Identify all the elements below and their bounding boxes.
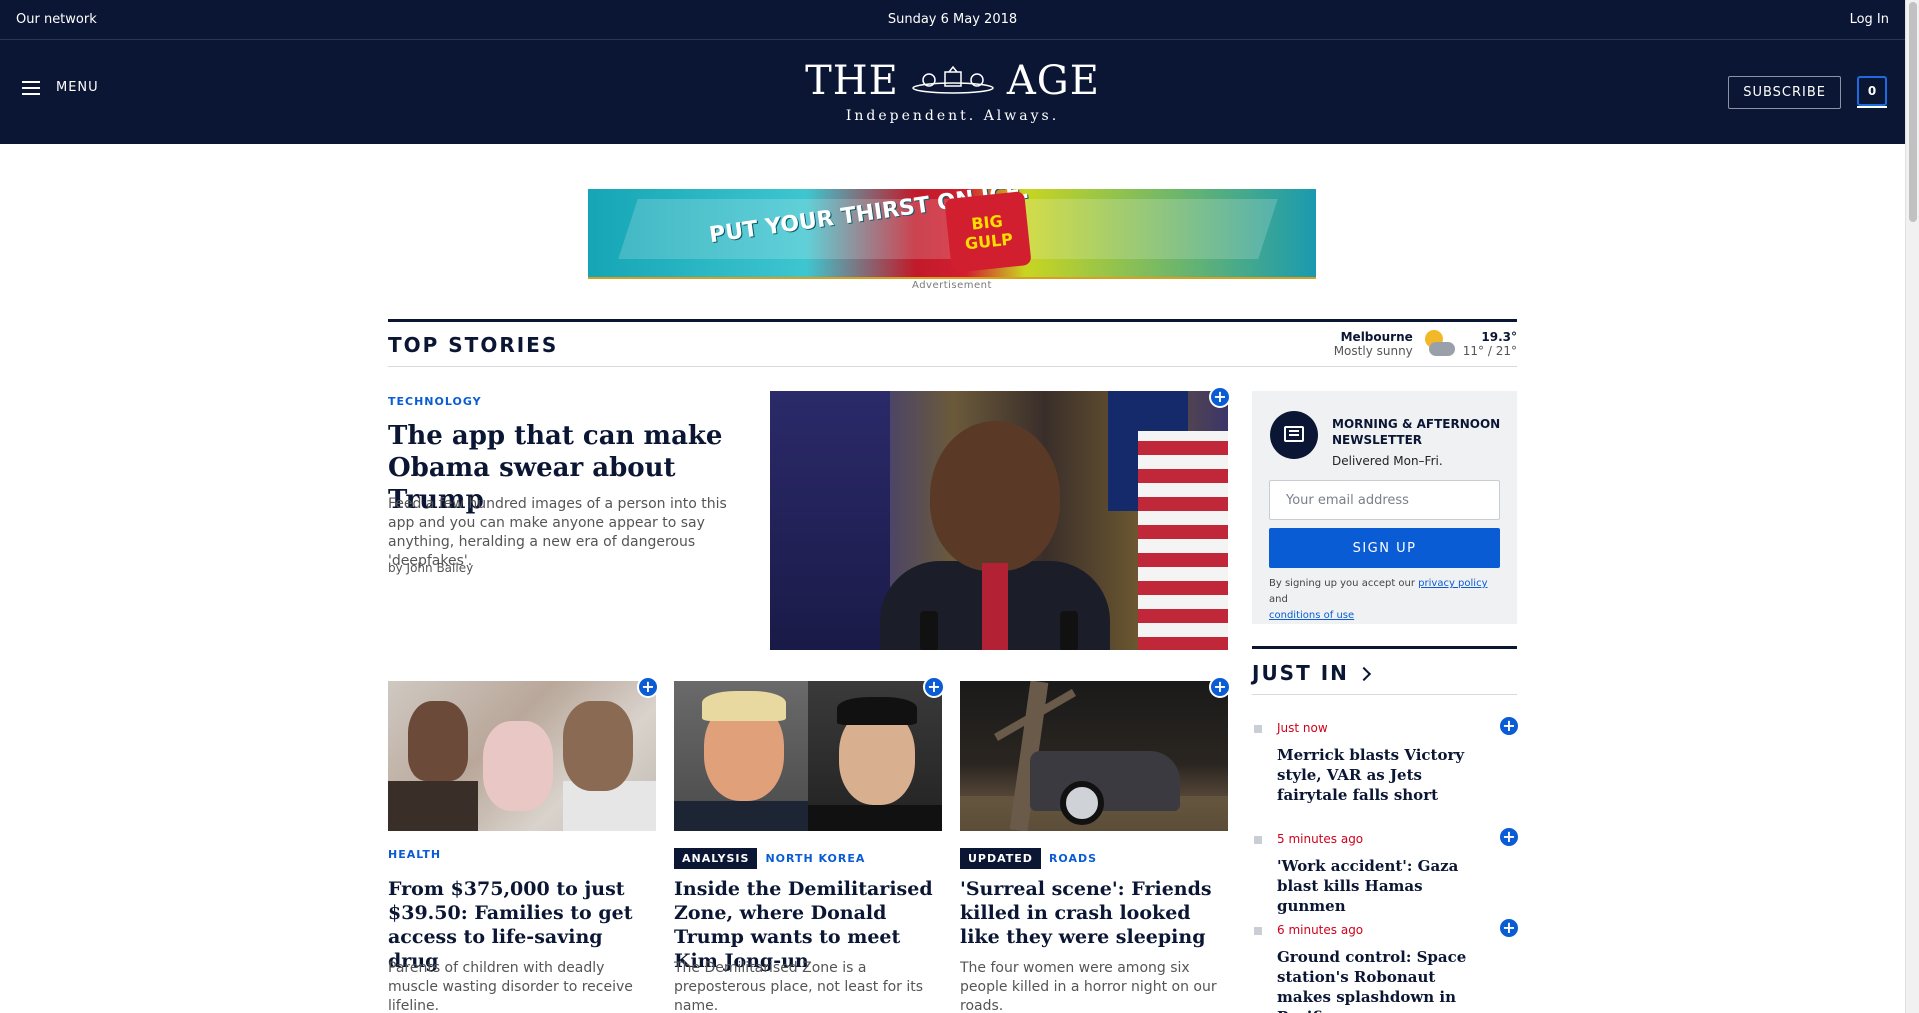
just-in-divider [1252, 646, 1517, 649]
save-story-plus-icon[interactable]: + [1209, 386, 1231, 408]
story-kicker: HEALTH [388, 848, 441, 861]
newsletter-envelope-icon [1270, 411, 1318, 459]
advertisement-banner[interactable]: PUT YOUR THIRST ON ICE. BIG GULP [588, 189, 1316, 279]
email-field[interactable] [1269, 480, 1500, 520]
story-category[interactable]: ROADS [1049, 852, 1097, 865]
just-in-time: 5 minutes ago [1277, 832, 1364, 846]
weather-condition: Mostly sunny [1333, 344, 1413, 358]
save-story-plus-icon[interactable]: + [1498, 826, 1520, 848]
sign-up-button[interactable]: SIGN UP [1269, 528, 1500, 568]
newsletter-subtitle: Delivered Mon–Fri. [1332, 454, 1443, 468]
save-story-plus-icon[interactable]: + [1498, 715, 1520, 737]
lead-story-image[interactable] [770, 391, 1228, 650]
weather-widget[interactable]: Melbourne Mostly sunny 19.3° 11° / 21° [1334, 328, 1517, 360]
save-story-plus-icon[interactable]: + [923, 676, 945, 698]
site-logo[interactable]: THE AGE Independent. Always. [0, 58, 1905, 124]
newsletter-title: MORNING & AFTERNOON NEWSLETTER [1332, 417, 1501, 447]
story-kicker: UPDATED ROADS [960, 848, 1097, 869]
story-summary: The Demilitarised Zone is a preposterous… [674, 960, 924, 1013]
analysis-badge: ANALYSIS [674, 848, 758, 869]
list-bullet-icon [1254, 927, 1262, 935]
current-date: Sunday 6 May 2018 [887, 12, 1018, 27]
top-stories-heading[interactable]: TOP STORIES [388, 333, 558, 357]
section-divider [388, 319, 1517, 322]
save-story-plus-icon[interactable]: + [637, 676, 659, 698]
scrollbar-thumb[interactable] [1909, 2, 1917, 222]
section-rule [388, 366, 1517, 367]
save-story-plus-icon[interactable]: + [1498, 917, 1520, 939]
just-in-title[interactable]: Merrick blasts Victory style, VAR as Jet… [1277, 745, 1492, 805]
logo-word-the: THE [805, 58, 899, 104]
weather-current-temp: 19.3° [1481, 330, 1517, 344]
story-summary: Parents of children with deadly muscle w… [388, 960, 633, 1013]
article-counter[interactable]: 0 [1857, 76, 1887, 108]
story-summary: The four women were among six people kil… [960, 960, 1217, 1013]
save-story-plus-icon[interactable]: + [1209, 676, 1231, 698]
logo-word-age: AGE [1006, 58, 1100, 104]
just-in-rule [1252, 694, 1517, 695]
just-in-heading[interactable]: JUST IN [1252, 661, 1371, 685]
story-image-roads[interactable] [960, 681, 1228, 831]
story-image-health[interactable] [388, 681, 656, 831]
ad-product: BIG GULP [944, 191, 1032, 273]
story-kicker: ANALYSIS NORTH KOREA [674, 848, 865, 869]
story-category[interactable]: HEALTH [388, 848, 441, 861]
logo-tagline: Independent. Always. [845, 108, 1060, 124]
list-bullet-icon [1254, 836, 1262, 844]
partly-cloudy-icon [1421, 328, 1455, 360]
story-headline[interactable]: 'Surreal scene': Friends killed in crash… [960, 877, 1228, 949]
privacy-policy-link[interactable]: privacy policy [1418, 578, 1487, 589]
weather-range: 11° / 21° [1462, 344, 1517, 358]
chevron-right-icon [1356, 666, 1371, 682]
lead-story-summary: Feed a few hundred images of a person in… [388, 496, 727, 569]
newsletter-terms: By signing up you accept our privacy pol… [1269, 578, 1488, 621]
masthead: MENU THE AGE Independent. Always. SUBSCR… [0, 40, 1905, 144]
advertisement-label: Advertisement [912, 280, 992, 291]
story-category[interactable]: NORTH KOREA [765, 852, 865, 865]
page-scrollbar[interactable] [1905, 0, 1919, 1013]
just-in-title[interactable]: 'Work accident': Gaza blast kills Hamas … [1277, 856, 1492, 916]
just-in-time: Just now [1277, 721, 1328, 735]
login-link[interactable]: Log In [1850, 12, 1889, 27]
lead-story-kicker[interactable]: TECHNOLOGY [388, 395, 482, 408]
weather-city: Melbourne [1340, 330, 1413, 344]
updated-badge: UPDATED [960, 848, 1041, 869]
lead-story-byline: by John Bailey [388, 561, 474, 575]
subscribe-button[interactable]: SUBSCRIBE [1728, 76, 1841, 109]
newsletter-signup: MORNING & AFTERNOON NEWSLETTER Delivered… [1252, 391, 1517, 624]
just-in-title[interactable]: Ground control: Space station's Robonaut… [1277, 947, 1492, 1013]
coat-of-arms-icon [912, 66, 994, 94]
just-in-time: 6 minutes ago [1277, 923, 1364, 937]
utility-bar: Our network Sunday 6 May 2018 Log In [0, 0, 1905, 40]
list-bullet-icon [1254, 725, 1262, 733]
story-image-north-korea[interactable] [674, 681, 942, 831]
conditions-of-use-link[interactable]: conditions of use [1269, 610, 1354, 621]
